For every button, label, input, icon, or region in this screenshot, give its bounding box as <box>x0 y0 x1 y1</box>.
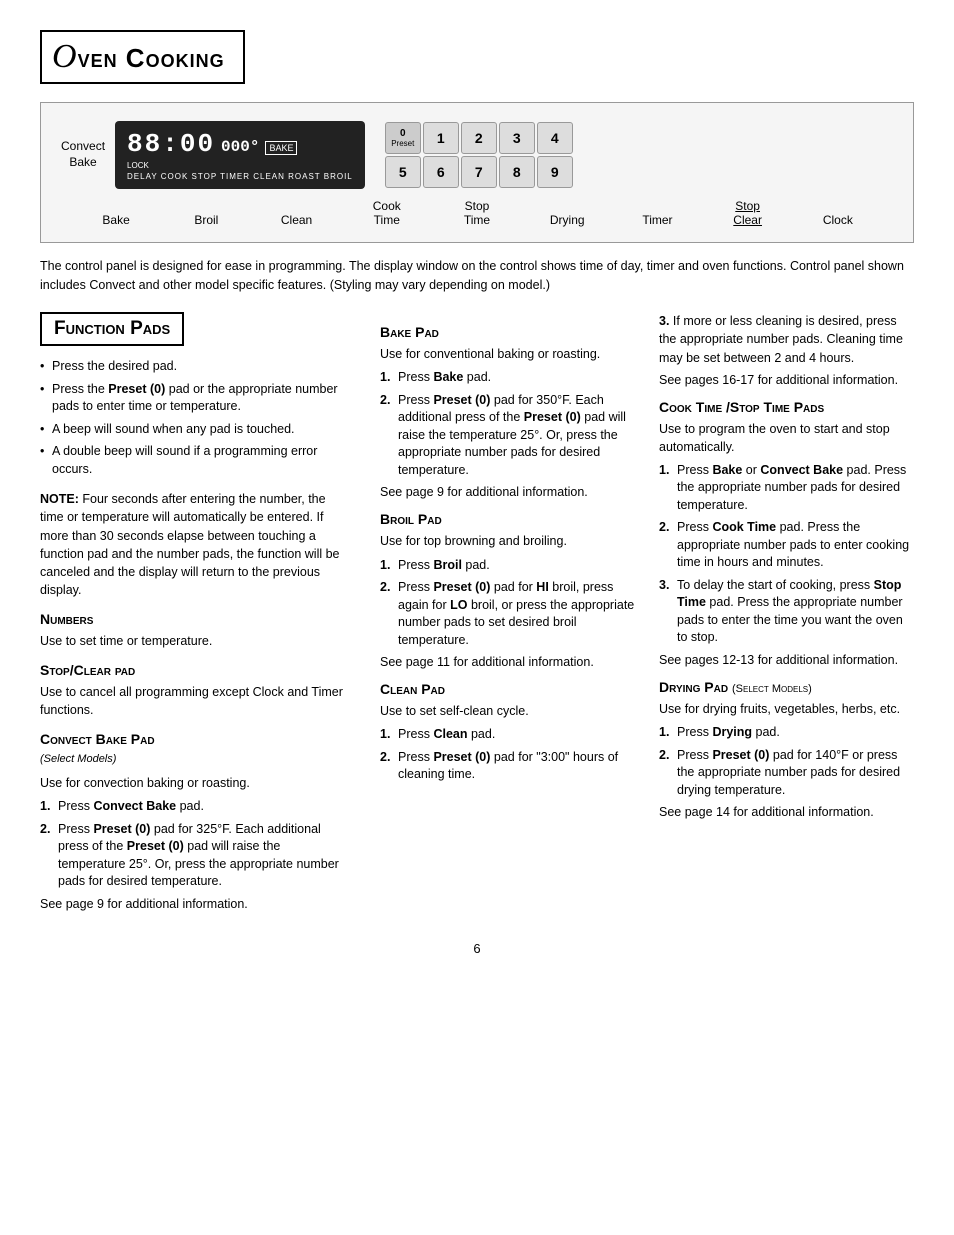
oven-display: 88:00 000° BAKE LOCK DELAY COOK STOP TIM… <box>115 121 365 189</box>
cook-stop-see-page: See pages 12-13 for additional informati… <box>659 653 914 667</box>
title-o-letter: O <box>52 38 78 75</box>
clean-step-2: 2.Press Preset (0) pad for "3:00" hours … <box>380 749 635 784</box>
cook-stop-time-heading: Cook Time /Stop Time Pads <box>659 399 914 415</box>
display-lock-label: LOCK <box>127 161 149 170</box>
broil-pad-heading: Broil Pad <box>380 511 635 527</box>
broil-pad-text: Use for top browning and broiling. <box>380 532 635 550</box>
function-pads-bullets: Press the desired pad. Press the Preset … <box>40 358 350 478</box>
broil-step-2: 2.Press Preset (0) pad for HI broil, pre… <box>380 579 635 649</box>
key-9[interactable]: 9 <box>537 156 573 188</box>
display-time: 88:00 <box>127 129 215 159</box>
convect-step-2: 2.Press Preset (0) pad for 325°F. Each a… <box>40 821 350 891</box>
function-pads-title: Function Pads <box>40 312 184 346</box>
page-number: 6 <box>40 941 914 956</box>
bake-step-1: 1.Press Bake pad. <box>380 369 635 387</box>
drying-pad-heading: Drying Pad (Select Models) <box>659 679 914 695</box>
pad-label-clock: Clock <box>813 213 863 227</box>
display-bottom-labels: DELAY COOK STOP TIMER CLEAN ROAST BROIL <box>127 172 353 181</box>
drying-steps: 1.Press Drying pad. 2.Press Preset (0) p… <box>659 724 914 799</box>
right-column: Bake Pad Use for conventional baking or … <box>380 312 914 921</box>
key-0-preset[interactable]: 0Preset <box>385 122 421 154</box>
cook-stop-step-1: 1.Press Bake or Convect Bake pad. Press … <box>659 462 914 515</box>
key-5[interactable]: 5 <box>385 156 421 188</box>
page-title-block: Oven Cooking <box>40 30 914 102</box>
drying-see-page: See page 14 for additional information. <box>659 805 914 819</box>
pad-label-clean: Clean <box>272 213 322 227</box>
key-2[interactable]: 2 <box>461 122 497 154</box>
bullet-4: A double beep will sound if a programmin… <box>40 443 350 478</box>
bake-see-page: See page 9 for additional information. <box>380 485 635 499</box>
broil-see-page: See page 11 for additional information. <box>380 655 635 669</box>
pad-label-stop-clear: StopClear <box>723 199 773 228</box>
cleaning-note: 3. If more or less cleaning is desired, … <box>659 312 914 366</box>
display-lock-row: LOCK <box>127 161 353 170</box>
bake-step-2: 2.Press Preset (0) pad for 350°F. Each a… <box>380 392 635 480</box>
pad-label-bake: Bake <box>91 213 141 227</box>
convect-bake-label: ConvectBake <box>61 139 105 170</box>
description-paragraph: The control panel is designed for ease i… <box>40 257 914 295</box>
broil-steps: 1.Press Broil pad. 2.Press Preset (0) pa… <box>380 557 635 650</box>
clean-step-1: 1.Press Clean pad. <box>380 726 635 744</box>
key-1[interactable]: 1 <box>423 122 459 154</box>
cook-stop-steps: 1.Press Bake or Convect Bake pad. Press … <box>659 462 914 647</box>
pad-label-drying: Drying <box>542 213 592 227</box>
bake-steps: 1.Press Bake pad. 2.Press Preset (0) pad… <box>380 369 635 479</box>
cook-stop-step-2: 2.Press Cook Time pad. Press the appropr… <box>659 519 914 572</box>
far-column: 3. If more or less cleaning is desired, … <box>659 312 914 829</box>
pad-label-timer: Timer <box>632 213 682 227</box>
stop-clear-heading: Stop/Clear pad <box>40 662 350 678</box>
bullet-1: Press the desired pad. <box>40 358 350 376</box>
pad-label-cook-time: CookTime <box>362 199 412 228</box>
display-row1: 88:00 000° BAKE <box>127 129 353 159</box>
pad-labels-row: Bake Broil Clean CookTime StopTime Dryin… <box>61 199 893 228</box>
key-6[interactable]: 6 <box>423 156 459 188</box>
convect-bake-steps: 1.Press Convect Bake pad. 2.Press Preset… <box>40 798 350 891</box>
control-panel-diagram: ConvectBake 88:00 000° BAKE LOCK DELAY C… <box>40 102 914 243</box>
drying-step-2: 2.Press Preset (0) pad for 140°F or pres… <box>659 747 914 800</box>
convect-see-page: See page 9 for additional information. <box>40 897 350 911</box>
cook-stop-time-text: Use to program the oven to start and sto… <box>659 420 914 456</box>
key-4[interactable]: 4 <box>537 122 573 154</box>
convect-step-1: 1.Press Convect Bake pad. <box>40 798 350 816</box>
clean-pad-heading: Clean Pad <box>380 681 635 697</box>
clean-steps: 1.Press Clean pad. 2.Press Preset (0) pa… <box>380 726 635 784</box>
bake-pad-heading: Bake Pad <box>380 324 635 340</box>
key-8[interactable]: 8 <box>499 156 535 188</box>
cook-stop-step-3: 3.To delay the start of cooking, press S… <box>659 577 914 647</box>
display-bake-badge: BAKE <box>265 141 297 155</box>
numbers-text: Use to set time or temperature. <box>40 632 350 650</box>
key-3[interactable]: 3 <box>499 122 535 154</box>
cleaning-see-page: See pages 16-17 for additional informati… <box>659 373 914 387</box>
three-col-layout: Bake Pad Use for conventional baking or … <box>380 312 914 829</box>
note-block: NOTE: Four seconds after entering the nu… <box>40 490 350 599</box>
bullet-2: Press the Preset (0) pad or the appropri… <box>40 381 350 416</box>
broil-step-1: 1.Press Broil pad. <box>380 557 635 575</box>
convect-bake-select-models: (Select Models) <box>40 752 350 768</box>
mid-column: Bake Pad Use for conventional baking or … <box>380 312 635 829</box>
left-column: Function Pads Press the desired pad. Pre… <box>40 312 350 921</box>
main-content: Function Pads Press the desired pad. Pre… <box>40 312 914 921</box>
display-deg: 000° <box>221 138 259 156</box>
drying-pad-text: Use for drying fruits, vegetables, herbs… <box>659 700 914 718</box>
pad-label-stop-time: StopTime <box>452 199 502 228</box>
function-pads-title-text: Function Pads <box>54 318 170 339</box>
drying-step-1: 1.Press Drying pad. <box>659 724 914 742</box>
number-pad: 0Preset 1 2 3 4 5 6 7 8 9 <box>385 122 573 188</box>
numbers-heading: Numbers <box>40 611 350 627</box>
clean-pad-text: Use to set self-clean cycle. <box>380 702 635 720</box>
bullet-3: A beep will sound when any pad is touche… <box>40 421 350 439</box>
control-panel-inner: ConvectBake 88:00 000° BAKE LOCK DELAY C… <box>61 121 893 189</box>
key-7[interactable]: 7 <box>461 156 497 188</box>
title-text: ven Cooking <box>78 43 225 73</box>
pad-label-broil: Broil <box>181 213 231 227</box>
stop-clear-text: Use to cancel all programming except Clo… <box>40 683 350 719</box>
bake-pad-text: Use for conventional baking or roasting. <box>380 345 635 363</box>
convect-bake-pad-heading: Convect Bake Pad <box>40 731 350 747</box>
convect-bake-pad-text: Use for convection baking or roasting. <box>40 774 350 792</box>
